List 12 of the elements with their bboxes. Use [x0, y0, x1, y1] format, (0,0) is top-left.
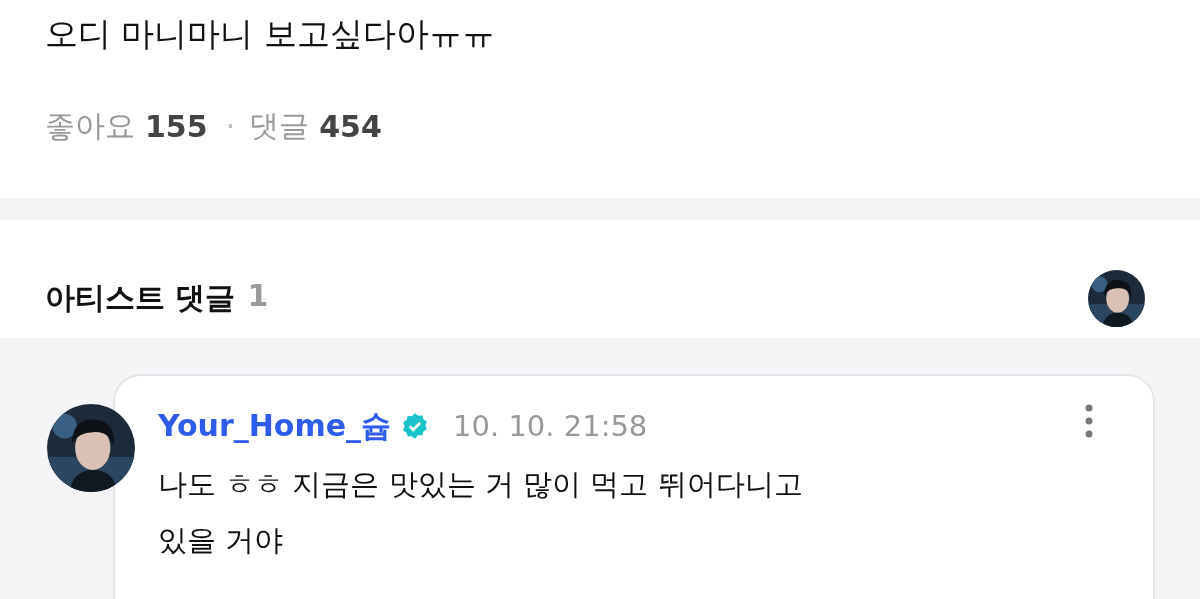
- post-text: 오디 마니마니 보고싶다아ㅠㅠ: [45, 13, 496, 55]
- comment-time: 10. 10. 21:58: [453, 409, 648, 443]
- section-title: 아티스트 댓글: [45, 278, 236, 317]
- stat-count: 155: [145, 109, 208, 144]
- comment-text: 나도 ㅎㅎ 지금은 맛있는 거 많이 먹고 뛰어다니고 있을 거야: [158, 466, 804, 559]
- more-icon[interactable]: [1085, 404, 1093, 438]
- author-name[interactable]: Your_Home_슙: [158, 405, 392, 447]
- stat-count: 454: [319, 109, 382, 144]
- comment-count: 1: [247, 277, 269, 315]
- stat-label: 댓글: [249, 107, 310, 145]
- separator-dot: ·: [225, 109, 236, 144]
- stat-label: 좋아요: [45, 107, 135, 145]
